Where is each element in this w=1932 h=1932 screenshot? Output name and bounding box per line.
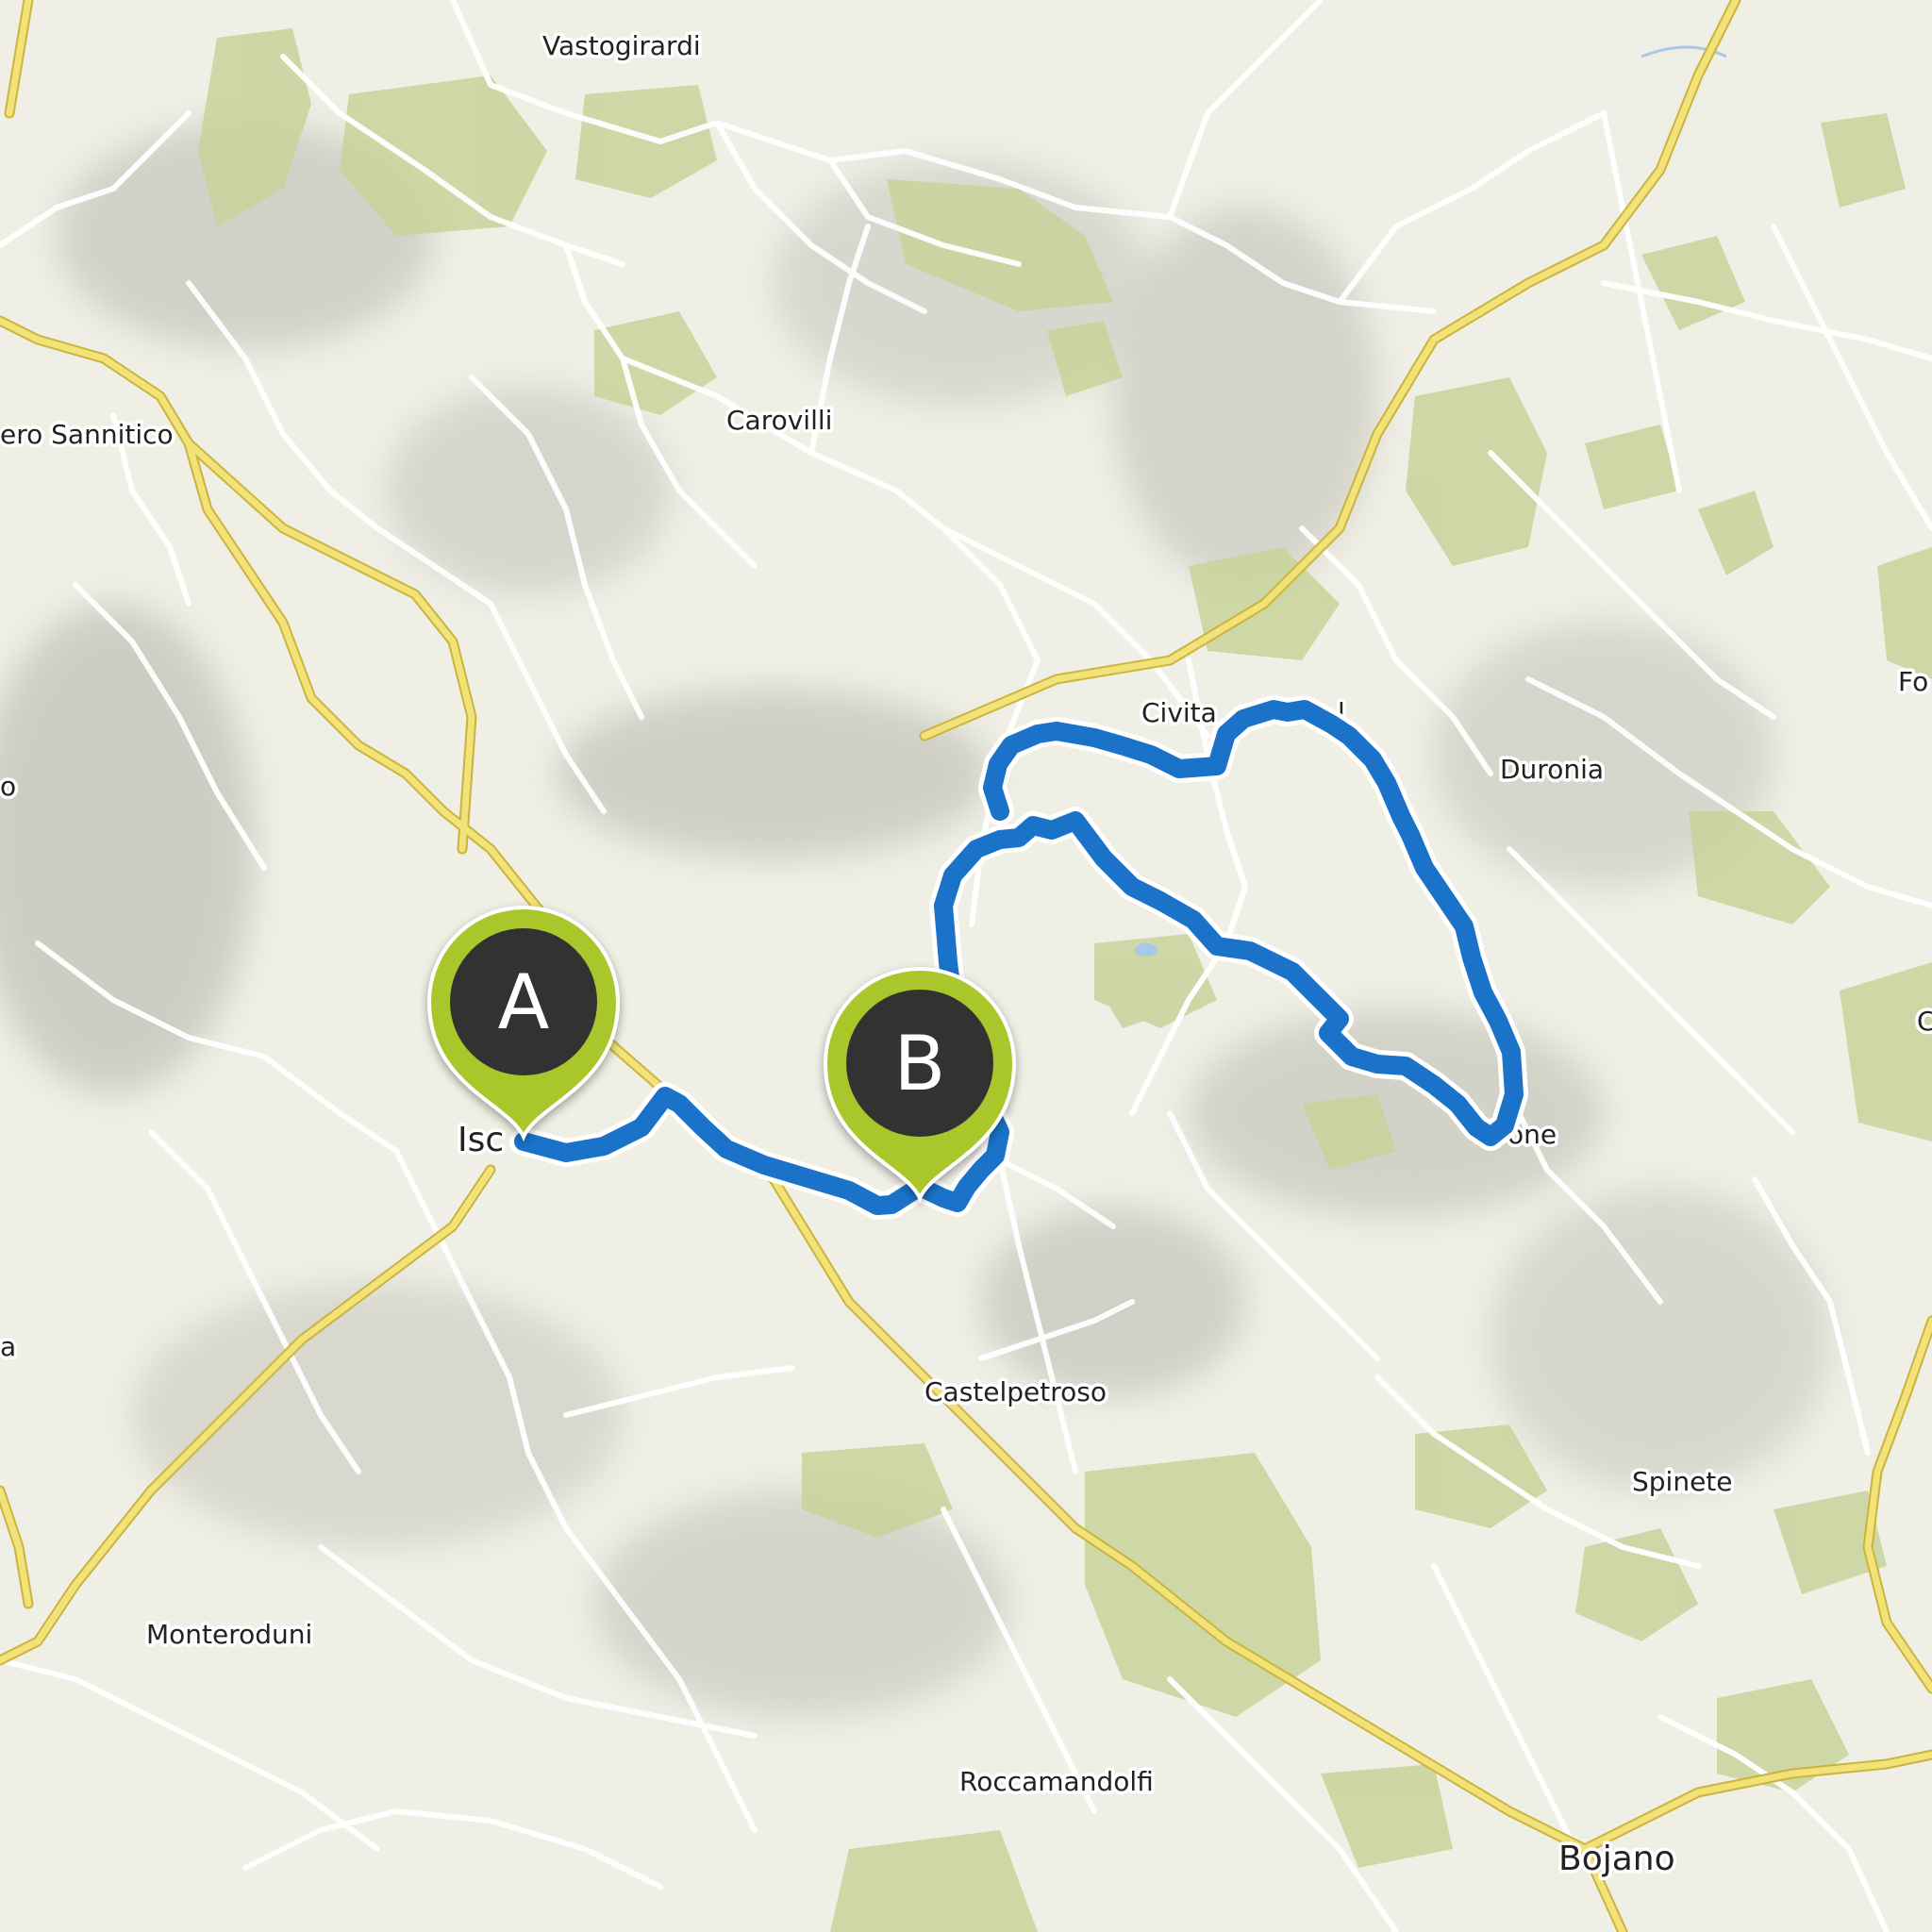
label-isernia: Isc [458, 1121, 504, 1159]
end-marker-label: B [894, 1020, 946, 1108]
label-spinete: Spinete [1632, 1466, 1733, 1497]
label-pietrabbondante: ero Sannitico [0, 419, 174, 450]
map-view[interactable]: Vastogirardi ero Sannitico Carovilli Civ… [0, 0, 1932, 1932]
label-bojano: Bojano [1558, 1840, 1675, 1878]
label-edge-a: a [0, 1331, 16, 1362]
label-edge-fo: Fo [1898, 666, 1928, 697]
label-edge-o: o [0, 771, 16, 802]
label-civitanova: Civita [1141, 697, 1217, 728]
label-vastogirardi: Vastogirardi [542, 30, 701, 61]
label-roccamandolfi: Roccamandolfi [959, 1766, 1154, 1797]
start-marker-label: A [498, 958, 550, 1046]
label-monteroduni: Monteroduni [146, 1619, 312, 1650]
label-castelpetroso: Castelpetroso [924, 1376, 1107, 1407]
map-canvas[interactable]: Vastogirardi ero Sannitico Carovilli Civ… [0, 0, 1932, 1932]
label-duronia: Duronia [1500, 754, 1604, 785]
lake [1135, 943, 1158, 957]
label-edge-c: C [1917, 1006, 1932, 1037]
label-carovilli: Carovilli [726, 405, 832, 436]
